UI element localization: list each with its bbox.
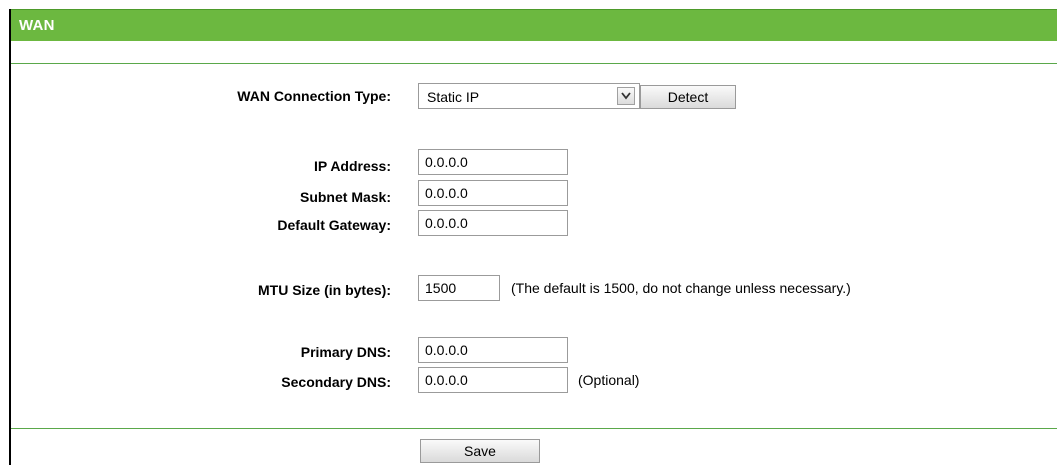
wan-connection-type-label: WAN Connection Type:	[237, 88, 391, 104]
wan-panel: WAN WAN Connection Type: Static IP Detec…	[9, 9, 1057, 465]
primary-dns-input[interactable]	[418, 337, 568, 363]
detect-button[interactable]: Detect	[640, 85, 736, 109]
ip-address-input[interactable]	[418, 149, 568, 175]
subnet-mask-label: Subnet Mask:	[299, 189, 391, 205]
mtu-size-input[interactable]	[418, 275, 500, 301]
chevron-down-icon[interactable]	[617, 87, 635, 105]
secondary-dns-label: Secondary DNS:	[281, 374, 391, 390]
wan-connection-type-select[interactable]: Static IP	[418, 83, 640, 109]
default-gateway-label: Default Gateway:	[277, 217, 391, 233]
ip-address-label: IP Address:	[313, 158, 391, 174]
wan-connection-type-value: Static IP	[427, 89, 480, 105]
mtu-size-label: MTU Size (in bytes):	[257, 282, 391, 298]
secondary-dns-input[interactable]	[418, 367, 568, 393]
subnet-mask-input[interactable]	[418, 180, 568, 206]
divider-bottom	[11, 428, 1057, 429]
page-title: WAN	[19, 17, 55, 34]
panel-header: WAN	[11, 9, 1057, 41]
divider-top	[11, 63, 1057, 64]
secondary-dns-optional-note: (Optional)	[578, 372, 640, 388]
default-gateway-input[interactable]	[418, 210, 568, 236]
save-button[interactable]: Save	[420, 439, 540, 463]
primary-dns-label: Primary DNS:	[300, 344, 391, 360]
mtu-size-note: (The default is 1500, do not change unle…	[511, 280, 851, 296]
